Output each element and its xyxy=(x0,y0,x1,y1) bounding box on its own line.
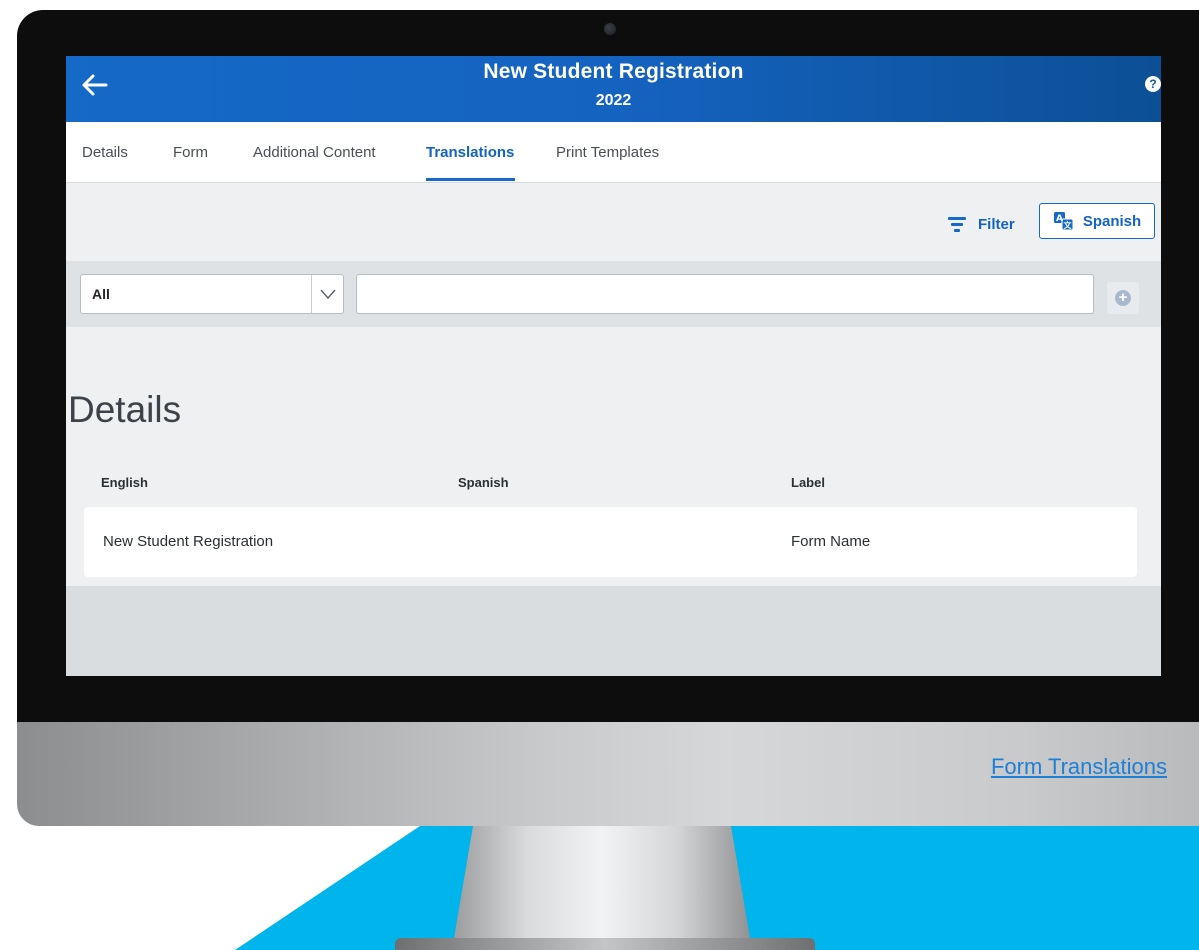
language-button[interactable]: A 文 Spanish xyxy=(1039,203,1155,239)
form-translations-link[interactable]: Form Translations xyxy=(991,754,1167,780)
page-subtitle: 2022 xyxy=(595,92,632,109)
tab-form[interactable]: Form xyxy=(173,144,208,161)
search-input[interactable] xyxy=(356,274,1094,314)
column-header-english: English xyxy=(101,475,148,490)
section-select[interactable]: All xyxy=(80,274,344,314)
cell-label: Form Name xyxy=(791,533,871,550)
filter-icon xyxy=(948,217,966,232)
stage: New Student Registration 2022 ? Details … xyxy=(0,0,1199,950)
toolbar: Filter A 文 Spanish xyxy=(66,183,1161,261)
page-title: New Student Registration xyxy=(483,60,744,83)
section-title: Details xyxy=(68,389,182,430)
add-button[interactable]: + xyxy=(1107,282,1139,314)
column-header-spanish: Spanish xyxy=(458,475,509,490)
monitor-stand xyxy=(452,826,752,950)
monitor-stand-base xyxy=(395,938,815,950)
empty-area xyxy=(66,586,1161,676)
app-header: New Student Registration 2022 ? xyxy=(66,56,1161,122)
language-label: Spanish xyxy=(1082,212,1142,230)
svg-text:文: 文 xyxy=(1063,220,1072,230)
tab-translations[interactable]: Translations xyxy=(426,144,514,161)
tab-print-templates[interactable]: Print Templates xyxy=(556,144,659,161)
column-header-label: Label xyxy=(791,475,825,490)
select-value: All xyxy=(92,286,110,302)
search-strip: All + xyxy=(66,261,1161,327)
filter-button[interactable]: Filter xyxy=(948,211,1015,237)
table-row[interactable]: New Student Registration Form Name xyxy=(84,507,1137,577)
app-screen: New Student Registration 2022 ? Details … xyxy=(66,56,1161,676)
add-circle-icon: + xyxy=(1115,290,1131,306)
translate-icon: A 文 xyxy=(1053,212,1074,231)
active-tab-indicator xyxy=(426,178,515,181)
help-icon[interactable]: ? xyxy=(1145,76,1161,92)
cell-english: New Student Registration xyxy=(103,533,274,550)
tab-bar: Details Form Additional Content Translat… xyxy=(66,122,1161,183)
tab-details[interactable]: Details xyxy=(82,144,128,161)
svg-text:A: A xyxy=(1056,214,1063,224)
filter-label: Filter xyxy=(978,215,1015,233)
camera-icon xyxy=(604,23,616,35)
select-divider xyxy=(311,275,312,313)
chevron-down-icon xyxy=(320,289,336,300)
tab-additional-content[interactable]: Additional Content xyxy=(253,144,376,161)
